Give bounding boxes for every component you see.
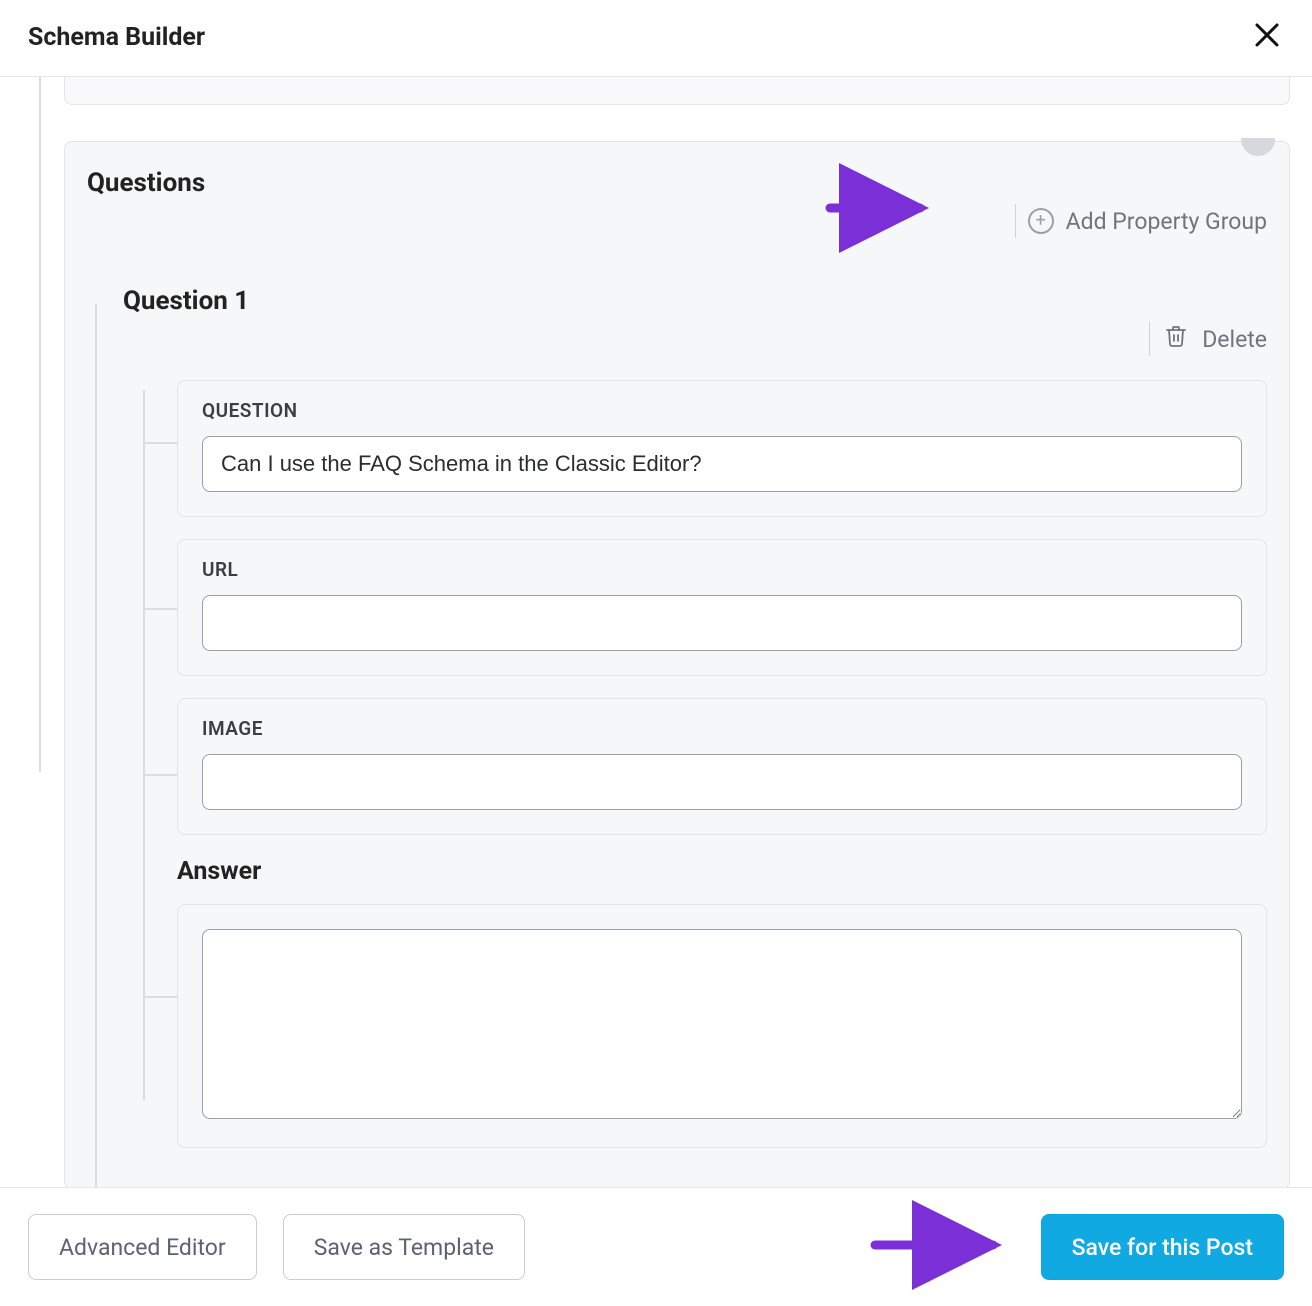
save-as-template-label: Save as Template [314, 1234, 494, 1261]
tree-connector [143, 390, 145, 1100]
save-for-this-post-button[interactable]: Save for this Post [1041, 1214, 1284, 1280]
tree-connector [143, 774, 177, 776]
advanced-editor-label: Advanced Editor [59, 1234, 226, 1261]
question-input[interactable] [202, 436, 1242, 492]
answer-title: Answer [177, 857, 1267, 886]
tree-connector [39, 77, 41, 772]
drag-handle-icon[interactable] [1241, 138, 1275, 156]
dialog-title: Schema Builder [28, 23, 205, 52]
delete-label: Delete [1202, 326, 1267, 353]
add-property-group-button[interactable]: + Add Property Group [87, 204, 1267, 238]
answer-textarea[interactable] [202, 929, 1242, 1119]
dialog-footer: Advanced Editor Save as Template Save fo… [0, 1187, 1312, 1306]
annotation-arrow-icon [875, 1222, 1015, 1272]
delete-question-button[interactable]: Delete [123, 322, 1267, 356]
answer-field-card [177, 904, 1267, 1148]
tree-connector [143, 996, 177, 998]
questions-title: Questions [87, 168, 1267, 198]
close-icon [1252, 20, 1282, 54]
image-field-label: IMAGE [202, 717, 1242, 740]
tree-connector [143, 608, 177, 610]
save-for-this-post-label: Save for this Post [1072, 1234, 1253, 1261]
question-item-title: Question 1 [123, 286, 1267, 316]
url-field-card: URL [177, 539, 1267, 676]
dialog-body: Questions + Add Property Group Question … [0, 77, 1312, 1187]
trash-icon [1164, 324, 1188, 354]
divider [1149, 322, 1150, 356]
plus-circle-icon: + [1028, 208, 1054, 234]
url-input[interactable] [202, 595, 1242, 651]
image-input[interactable] [202, 754, 1242, 810]
url-field-label: URL [202, 558, 1242, 581]
question-field-label: QUESTION [202, 399, 1242, 422]
tree-connector [95, 304, 97, 1187]
advanced-editor-button[interactable]: Advanced Editor [28, 1214, 257, 1280]
save-as-template-button[interactable]: Save as Template [283, 1214, 525, 1280]
add-property-group-label: Add Property Group [1066, 208, 1267, 235]
tree-connector [143, 442, 177, 444]
dialog-header: Schema Builder [0, 0, 1312, 77]
previous-section-peek [64, 77, 1290, 105]
question-field-card: QUESTION [177, 380, 1267, 517]
close-button[interactable] [1250, 20, 1284, 54]
image-field-card: IMAGE [177, 698, 1267, 835]
questions-section: Questions + Add Property Group Question … [64, 141, 1290, 1187]
divider [1015, 204, 1016, 238]
